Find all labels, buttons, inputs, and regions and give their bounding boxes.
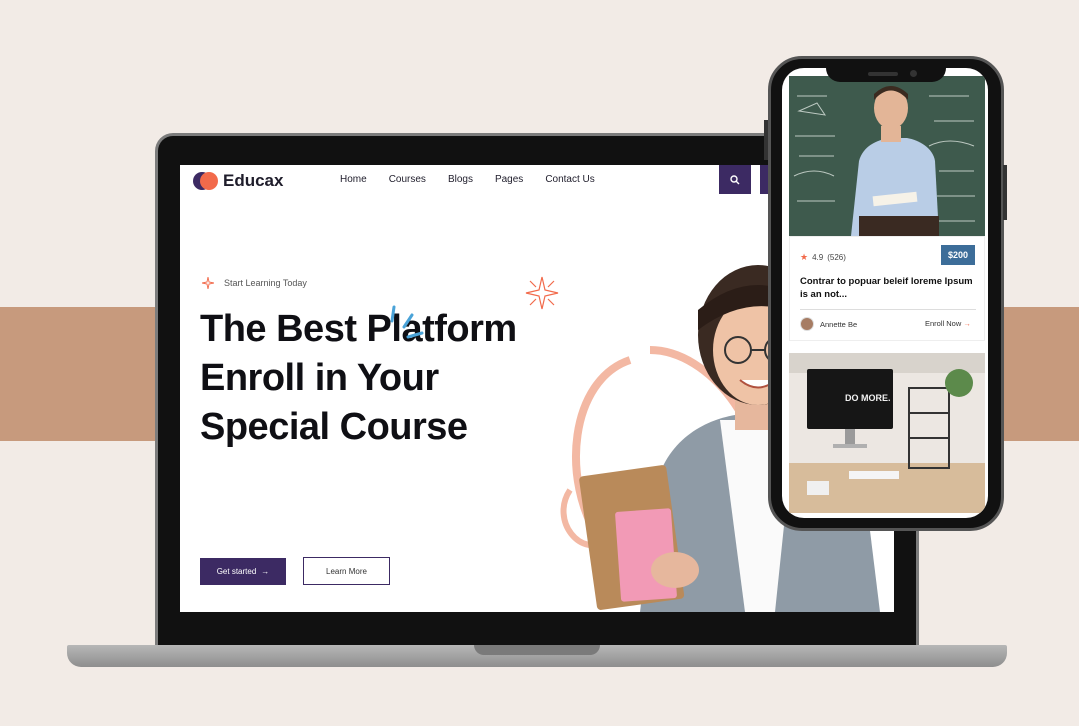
sparkle-icon xyxy=(202,277,214,289)
course-rating: ★ 4.9 (526) xyxy=(800,252,846,263)
arrow-right-icon: → xyxy=(261,567,270,576)
phone-power-button xyxy=(1003,165,1007,220)
hero-headline: The Best Platform Enroll in Your Special… xyxy=(200,308,517,448)
brand-name: Educax xyxy=(223,171,284,190)
get-started-button[interactable]: Get started → xyxy=(200,558,286,585)
enroll-now-link[interactable]: Enroll Now → xyxy=(925,319,971,328)
enroll-label: Enroll Now xyxy=(925,319,962,328)
star-icon: ★ xyxy=(800,252,809,262)
phone-notch xyxy=(826,62,946,82)
course-teacher-image xyxy=(789,76,985,236)
site-logo[interactable]: Educax xyxy=(193,171,283,191)
nav-contact-us[interactable]: Contact Us xyxy=(545,174,594,185)
course-card[interactable]: ★ 4.9 (526) $200 Contrar to popuar belei… xyxy=(789,236,985,341)
workspace-image: DO MORE. xyxy=(789,353,985,513)
monitor-text: DO MORE. xyxy=(845,393,891,403)
price-badge: $200 xyxy=(941,245,975,265)
nav-home[interactable]: Home xyxy=(340,174,367,185)
phone-screen: ★ 4.9 (526) $200 Contrar to popuar belei… xyxy=(782,68,988,518)
sparkle-decoration-icon xyxy=(525,276,559,310)
get-started-label: Get started xyxy=(216,567,257,576)
nav-courses[interactable]: Courses xyxy=(389,174,426,185)
author-name: Annette Be xyxy=(820,319,858,329)
laptop-notch xyxy=(474,645,600,655)
kicker-text: Start Learning Today xyxy=(224,278,307,288)
search-icon xyxy=(730,174,740,184)
course-author: Annette Be xyxy=(800,317,857,331)
card-divider xyxy=(800,309,976,310)
logo-mark-icon xyxy=(193,172,218,190)
search-button[interactable] xyxy=(719,165,751,194)
author-avatar xyxy=(800,317,814,331)
learn-more-label: Learn More xyxy=(326,566,367,576)
accent-dashes-icon xyxy=(390,305,424,339)
hero-kicker: Start Learning Today xyxy=(202,277,307,289)
main-nav: Home Courses Blogs Pages Contact Us xyxy=(340,174,595,185)
learn-more-button[interactable]: Learn More xyxy=(303,557,390,585)
rating-value: 4.9 xyxy=(812,253,824,262)
nav-blogs[interactable]: Blogs xyxy=(448,174,473,185)
arrow-right-icon: → xyxy=(963,319,971,328)
nav-pages[interactable]: Pages xyxy=(495,174,523,185)
phone-side-button xyxy=(764,120,768,160)
course-title[interactable]: Contrar to popuar beleif loreme Ipsum is… xyxy=(800,275,976,301)
rating-count: (526) xyxy=(827,253,846,262)
